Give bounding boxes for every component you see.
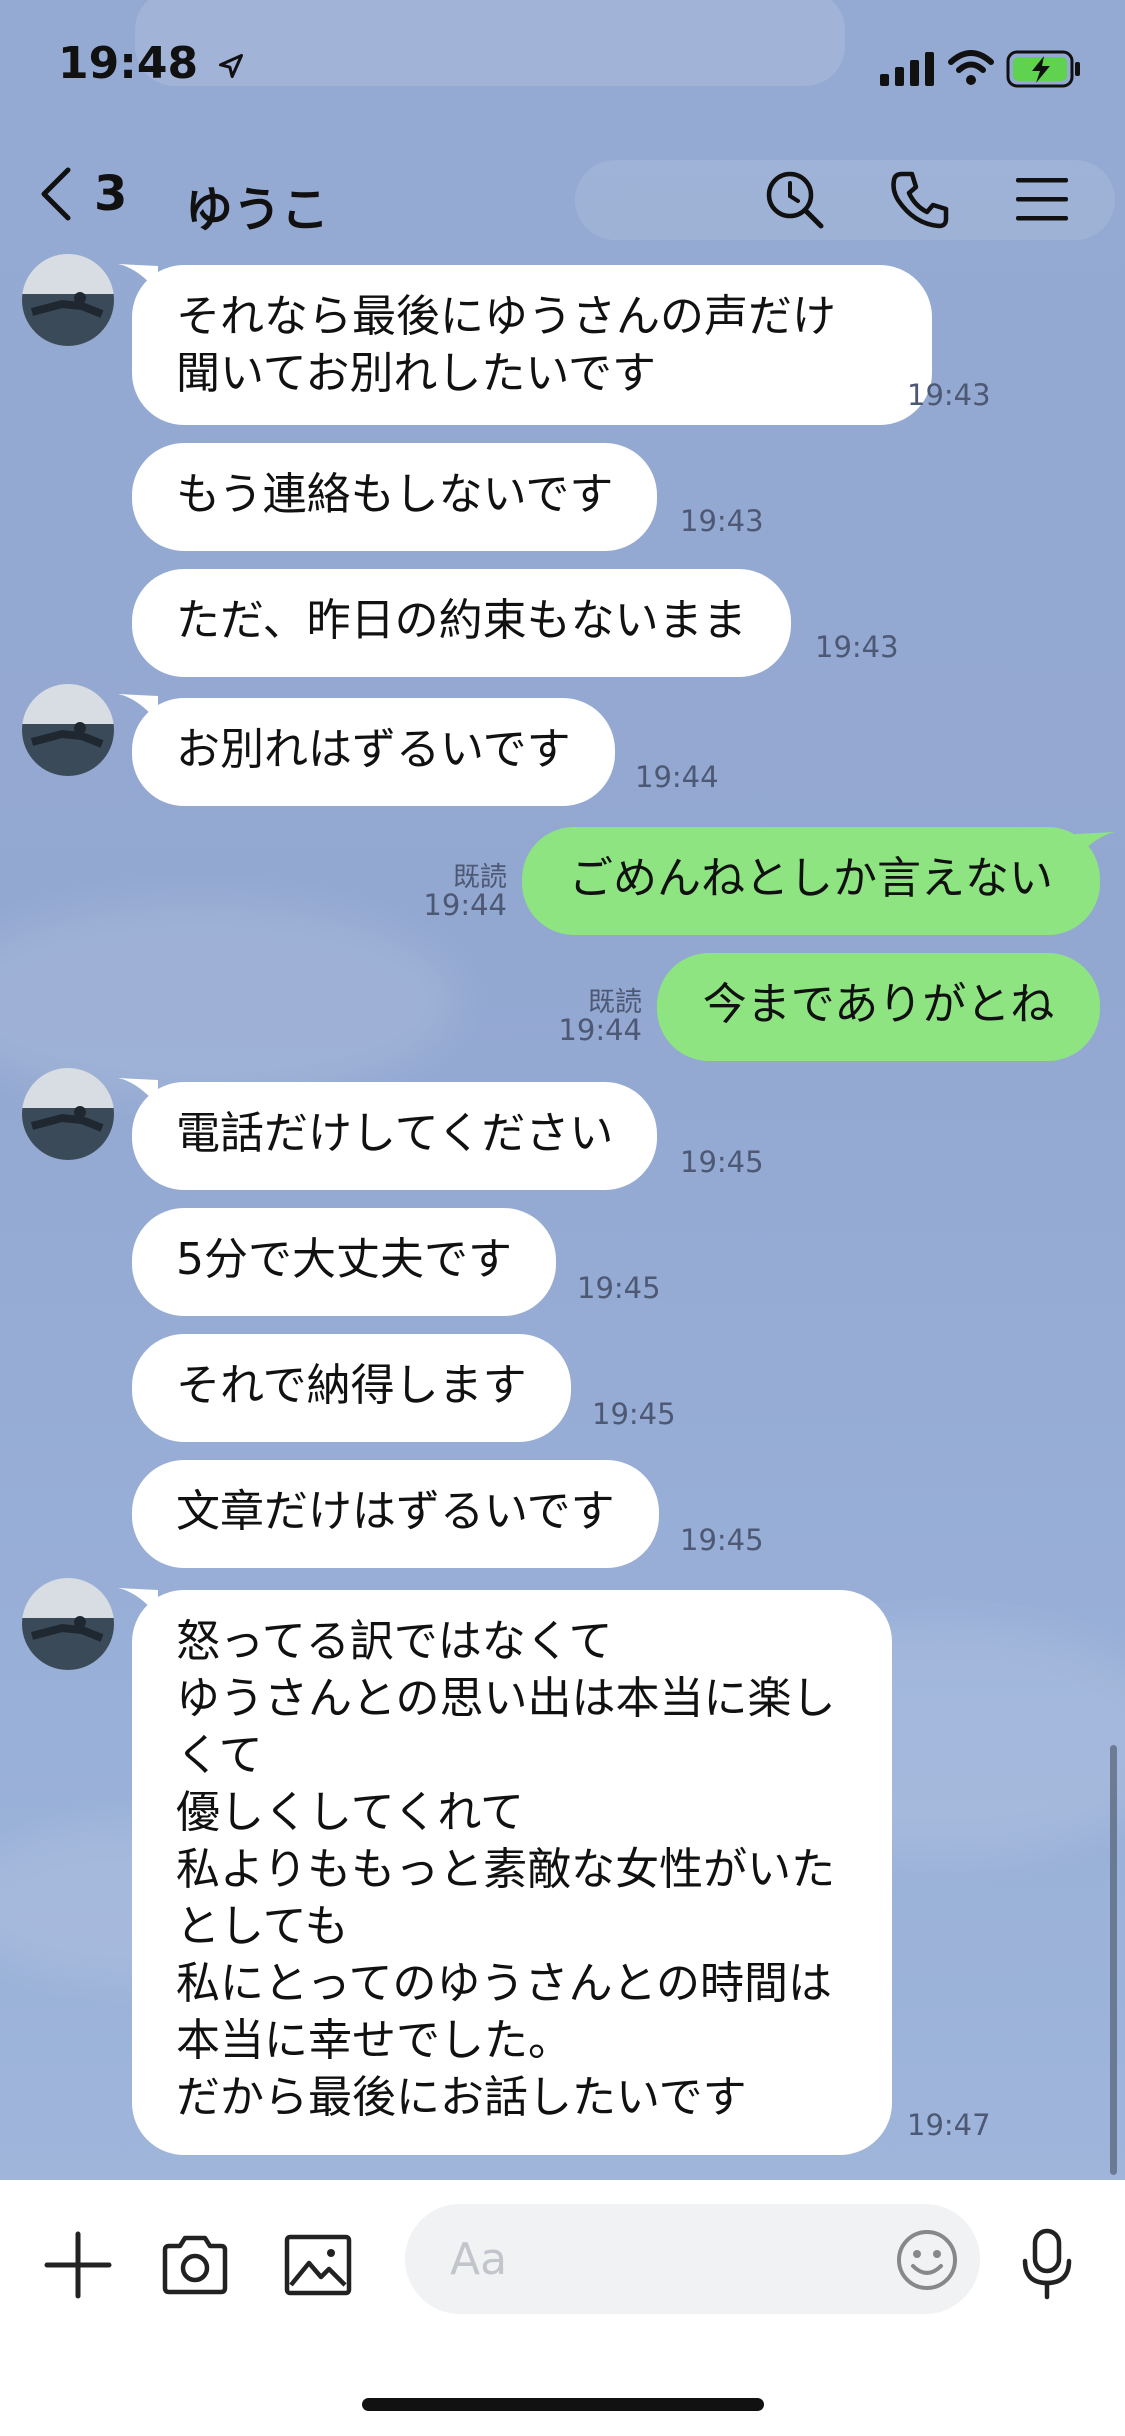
incoming-message[interactable]: 電話だけしてください bbox=[132, 1082, 658, 1190]
message-time: 19:45 bbox=[680, 1145, 764, 1179]
message-scrollbar[interactable] bbox=[1110, 1745, 1117, 2175]
menu-button[interactable] bbox=[1002, 160, 1082, 240]
avatar-photo-icon bbox=[22, 254, 114, 346]
input-bar bbox=[0, 2180, 1125, 2436]
wifi-icon bbox=[948, 50, 994, 85]
avatar-photo-icon bbox=[22, 1068, 114, 1160]
message-time: 19:44 bbox=[423, 888, 507, 922]
message-time: 19:45 bbox=[680, 1523, 764, 1557]
menu-icon bbox=[1016, 178, 1068, 221]
incoming-message[interactable]: お別れはずるいです bbox=[132, 698, 615, 806]
battery-charging-icon bbox=[1006, 50, 1080, 88]
bubble-tail bbox=[1075, 832, 1115, 860]
location-arrow-icon bbox=[219, 53, 244, 79]
avatar-photo-icon bbox=[22, 1578, 114, 1670]
add-button[interactable] bbox=[33, 2220, 123, 2310]
contact-avatar[interactable] bbox=[22, 1578, 114, 1670]
status-bar: 19:48 bbox=[0, 0, 1125, 140]
contact-avatar[interactable] bbox=[22, 1068, 114, 1160]
back-chevron-icon bbox=[41, 167, 71, 221]
message-time: 19:43 bbox=[815, 630, 899, 664]
incoming-message[interactable]: 文章だけはずるいです bbox=[132, 1460, 659, 1568]
status-time: 19:48 bbox=[58, 38, 245, 89]
search-button[interactable] bbox=[755, 160, 835, 240]
home-indicator[interactable] bbox=[362, 2398, 764, 2411]
incoming-message[interactable]: もう連絡もしないです bbox=[132, 443, 658, 551]
message-time: 19:43 bbox=[907, 378, 991, 412]
plus-icon bbox=[44, 2231, 112, 2299]
message-time: 19:43 bbox=[680, 504, 764, 538]
emoji-button[interactable] bbox=[882, 2215, 972, 2305]
image-button[interactable] bbox=[273, 2220, 363, 2310]
incoming-message[interactable]: ただ、昨日の約束もないまま bbox=[132, 569, 791, 677]
signal-icon bbox=[880, 52, 934, 86]
microphone-icon bbox=[1022, 2228, 1072, 2300]
incoming-message[interactable]: それなら最後にゆうさんの声だけ 聞いてお別れしたいです bbox=[132, 265, 932, 425]
avatar-photo-icon bbox=[22, 684, 114, 776]
call-button[interactable] bbox=[880, 160, 960, 240]
message-time: 19:44 bbox=[635, 760, 719, 794]
camera-icon bbox=[162, 2235, 228, 2295]
phone-icon bbox=[891, 171, 949, 229]
contact-avatar[interactable] bbox=[22, 254, 114, 346]
message-time: 19:45 bbox=[592, 1397, 676, 1431]
status-time-text: 19:48 bbox=[58, 38, 199, 89]
incoming-message[interactable]: 5分で大丈夫です bbox=[132, 1208, 556, 1316]
voice-button[interactable] bbox=[1002, 2220, 1092, 2310]
image-icon bbox=[284, 2234, 352, 2296]
unread-count: 3 bbox=[94, 166, 128, 222]
camera-button[interactable] bbox=[150, 2220, 240, 2310]
incoming-message[interactable]: それで納得します bbox=[132, 1334, 571, 1442]
chat-header: 3 ゆうこ bbox=[0, 140, 1125, 260]
outgoing-message[interactable]: ごめんねとしか言えない bbox=[522, 827, 1100, 935]
message-time: 19:44 bbox=[558, 1013, 642, 1047]
search-icon bbox=[766, 171, 824, 229]
incoming-message[interactable]: 怒ってる訳ではなくて ゆうさんとの思い出は本当に楽し くて 優しくしてくれて 私… bbox=[132, 1590, 892, 2155]
emoji-icon bbox=[897, 2230, 957, 2290]
message-time: 19:45 bbox=[577, 1271, 661, 1305]
chat-title: ゆうこ bbox=[185, 182, 330, 238]
back-button[interactable]: 3 bbox=[36, 164, 127, 224]
outgoing-message[interactable]: 今までありがとね bbox=[657, 953, 1100, 1061]
message-time: 19:47 bbox=[907, 2108, 991, 2142]
contact-avatar[interactable] bbox=[22, 684, 114, 776]
